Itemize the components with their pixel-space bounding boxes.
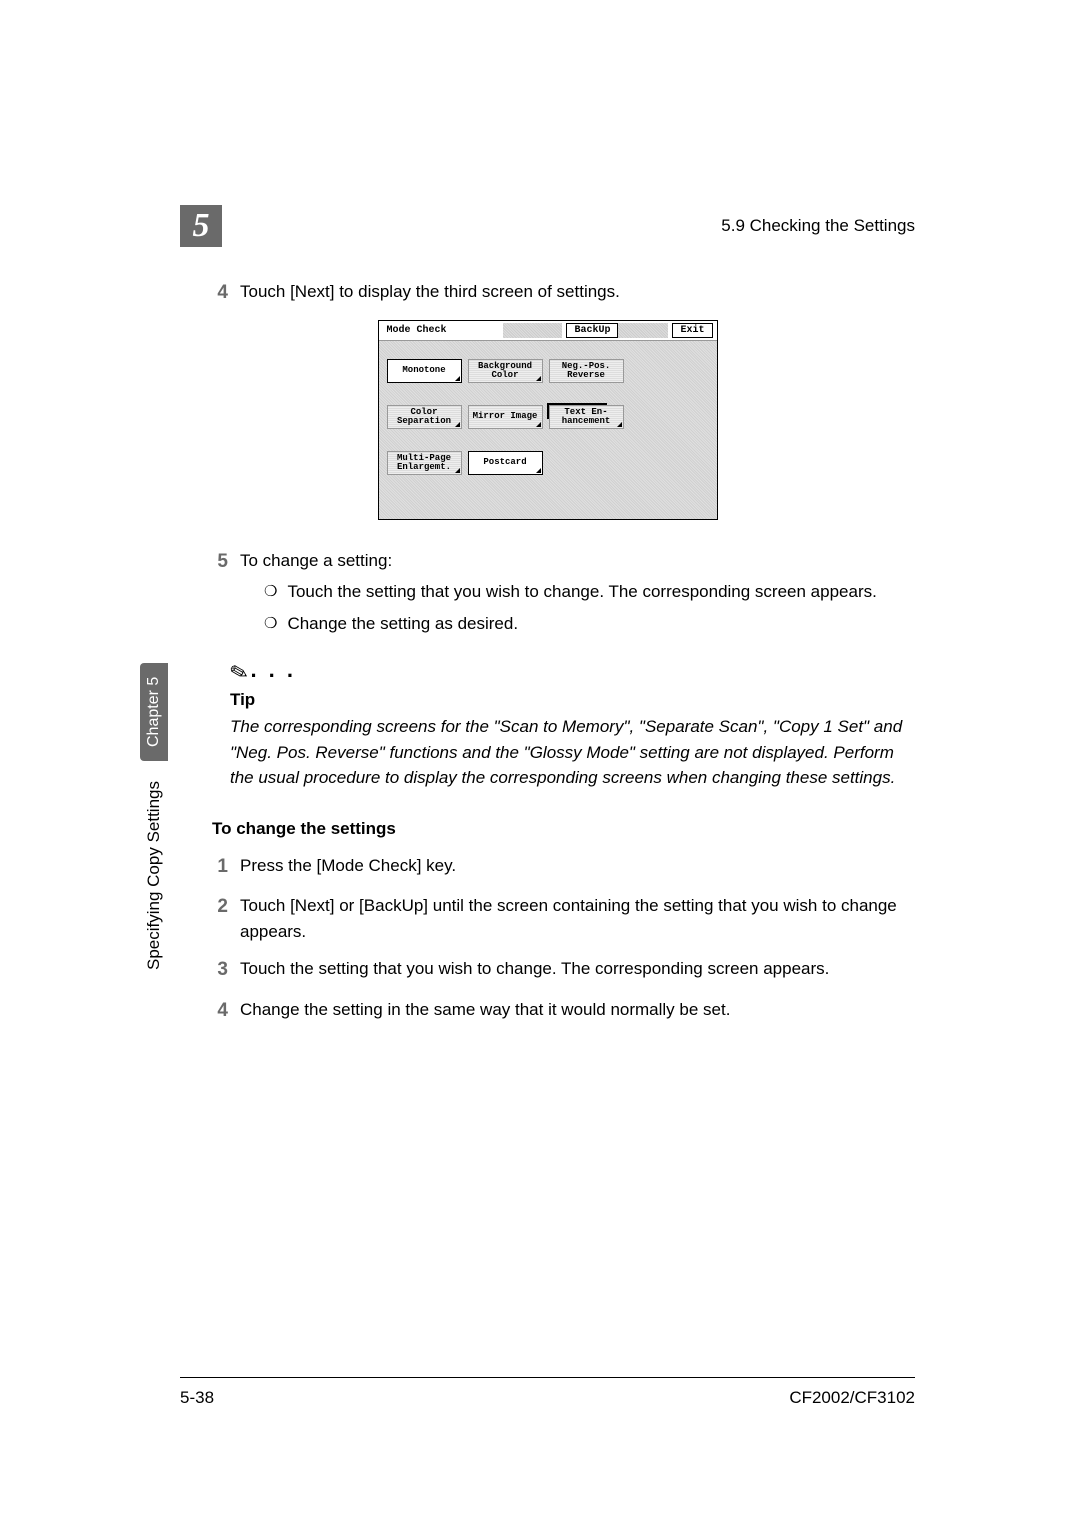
figure-row-3: Multi-Page Enlargemt. Postcard xyxy=(387,451,709,475)
change-step-1: 1 Press the [Mode Check] key. xyxy=(210,853,915,882)
bullet-text: Touch the setting that you wish to chang… xyxy=(287,579,876,605)
step-text: Touch [Next] to display the third screen… xyxy=(240,279,915,308)
subsection-heading: To change the settings xyxy=(212,819,915,839)
page-number: 5-38 xyxy=(180,1388,214,1408)
page-header: 5 5.9 Checking the Settings xyxy=(180,205,915,247)
figure-titlebar-fill xyxy=(503,323,563,338)
tip-block: ✎ . . . Tip The corresponding screens fo… xyxy=(230,660,915,791)
color-separation-button[interactable]: Color Separation xyxy=(387,405,462,429)
step5-intro: To change a setting: xyxy=(240,551,392,570)
step-4: 4 Touch [Next] to display the third scre… xyxy=(210,279,915,308)
step-text: To change a setting: ❍ Touch the setting… xyxy=(240,548,915,643)
step-5: 5 To change a setting: ❍ Touch the setti… xyxy=(210,548,915,643)
postcard-button[interactable]: Postcard xyxy=(468,451,543,475)
step-number: 4 xyxy=(210,997,228,1026)
figure-body: Monotone Background Color Neg.-Pos. Reve… xyxy=(379,341,717,519)
tip-text: The corresponding screens for the "Scan … xyxy=(230,714,915,791)
tip-dots-icon: . . . xyxy=(250,657,296,683)
figure-row-1: Monotone Background Color Neg.-Pos. Reve… xyxy=(387,359,709,383)
bullet-item: ❍ Change the setting as desired. xyxy=(264,611,915,637)
figure-topbar: Mode Check BackUp Exit xyxy=(379,321,717,341)
mode-check-screenshot: Mode Check BackUp Exit Monotone Backgrou… xyxy=(378,320,718,520)
step-number: 3 xyxy=(210,956,228,985)
step-text: Touch [Next] or [BackUp] until the scree… xyxy=(240,893,915,944)
step-text: Change the setting in the same way that … xyxy=(240,997,915,1026)
bullet-marker-icon: ❍ xyxy=(264,611,277,637)
monotone-button[interactable]: Monotone xyxy=(387,359,462,383)
tip-title: Tip xyxy=(230,690,915,710)
text-enhancement-button[interactable]: Text En- hancement xyxy=(549,405,624,429)
change-step-2: 2 Touch [Next] or [BackUp] until the scr… xyxy=(210,893,915,944)
neg-pos-reverse-button[interactable]: Neg.-Pos. Reverse xyxy=(549,359,624,383)
change-step-3: 3 Touch the setting that you wish to cha… xyxy=(210,956,915,985)
bullet-list: ❍ Touch the setting that you wish to cha… xyxy=(264,579,915,636)
section-heading: 5.9 Checking the Settings xyxy=(721,216,915,236)
step-number: 1 xyxy=(210,853,228,882)
figure-titlebar-fill2 xyxy=(618,323,668,338)
step-text: Touch the setting that you wish to chang… xyxy=(240,956,915,985)
step-number: 4 xyxy=(210,279,228,308)
multi-page-enlargement-button[interactable]: Multi-Page Enlargemt. xyxy=(387,451,462,475)
tip-icon-row: ✎ . . . xyxy=(230,660,915,686)
mirror-image-button[interactable]: Mirror Image xyxy=(468,405,543,429)
bullet-item: ❍ Touch the setting that you wish to cha… xyxy=(264,579,915,605)
figure-title: Mode Check xyxy=(383,325,503,336)
step-number: 5 xyxy=(210,548,228,643)
pencil-icon: ✎ xyxy=(227,658,252,688)
chapter-number-badge: 5 xyxy=(180,205,222,247)
step-text: Press the [Mode Check] key. xyxy=(240,853,915,882)
sidebar-vertical: Specifying Copy Settings Chapter 5 xyxy=(140,393,168,700)
backup-button[interactable]: BackUp xyxy=(566,323,618,338)
bullet-text: Change the setting as desired. xyxy=(287,611,518,637)
sidebar-section-label: Specifying Copy Settings xyxy=(144,781,164,970)
change-step-4: 4 Change the setting in the same way tha… xyxy=(210,997,915,1026)
sidebar-chapter-tab: Chapter 5 xyxy=(140,663,168,761)
step-number: 2 xyxy=(210,893,228,944)
exit-button[interactable]: Exit xyxy=(672,323,712,338)
page-footer: 5-38 CF2002/CF3102 xyxy=(180,1377,915,1408)
model-label: CF2002/CF3102 xyxy=(789,1388,915,1408)
bullet-marker-icon: ❍ xyxy=(264,579,277,605)
background-color-button[interactable]: Background Color xyxy=(468,359,543,383)
